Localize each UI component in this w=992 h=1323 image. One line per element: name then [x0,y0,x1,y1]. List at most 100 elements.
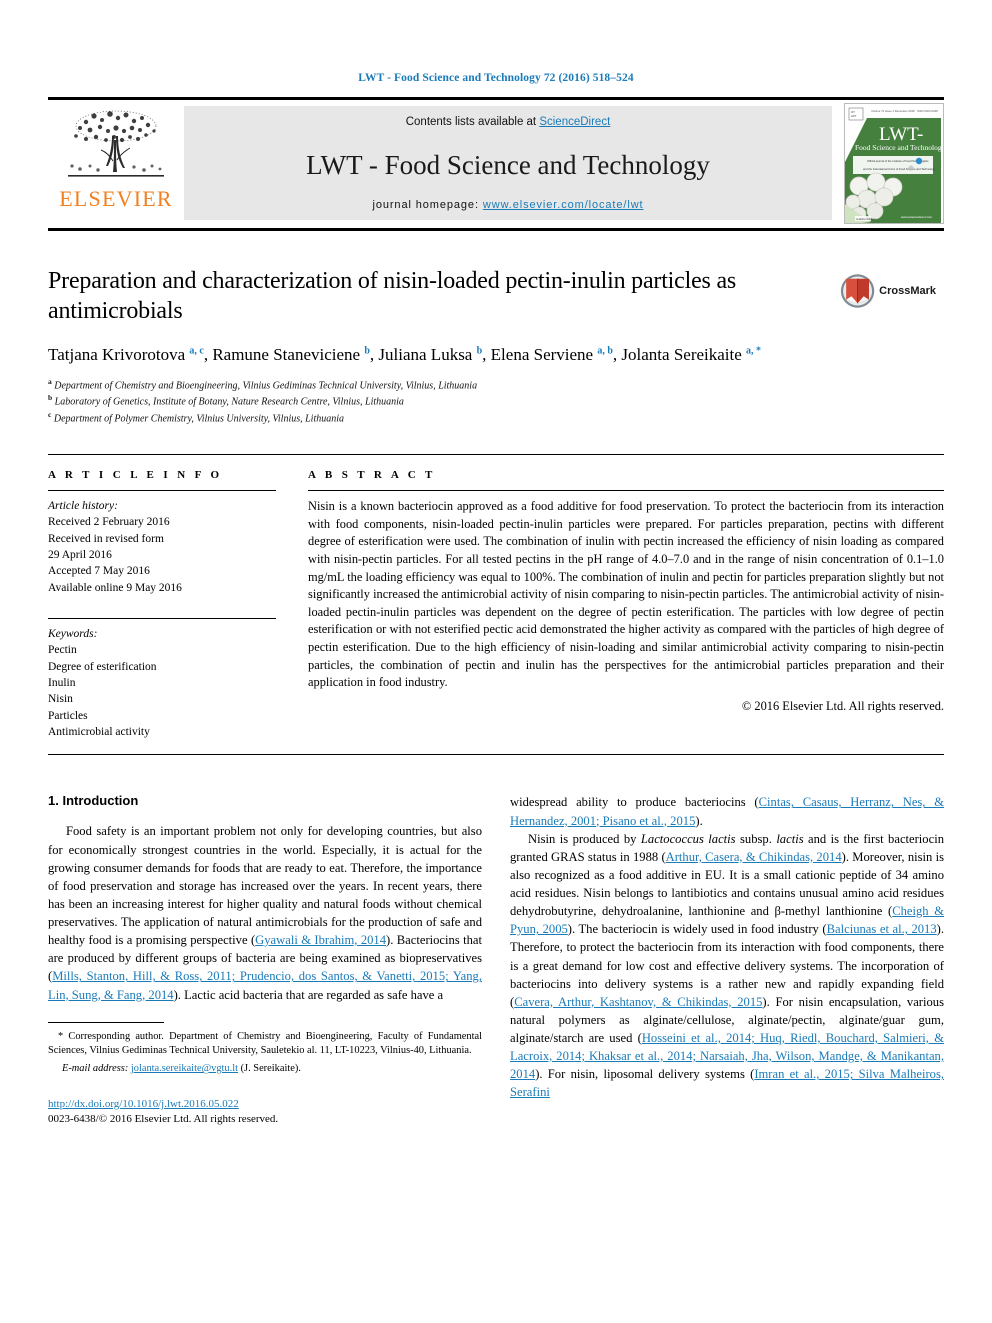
email-line: E-mail address: jolanta.sereikaite@vgtu.… [48,1062,482,1077]
keyword-item: Particles [48,709,88,722]
author-name: Juliana Luksa [378,344,477,364]
article-history-item: Accepted 7 May 2016 [48,565,150,578]
journal-title: LWT - Food Science and Technology [306,150,710,180]
article-history-label: Article history: [48,500,118,513]
sciencedirect-link[interactable]: ScienceDirect [539,116,610,128]
body-text: ). The bacteriocin is widely used in foo… [567,922,827,937]
elsevier-tree-icon [68,110,164,177]
intro-paragraph-left: Food safety is an important problem not … [48,822,482,1003]
article-history-item: Available online 9 May 2016 [48,581,182,594]
affiliation-item: a Department of Chemistry and Bioenginee… [48,376,478,391]
body-text: subsp. [735,831,777,846]
journal-homepage-link[interactable]: www.elsevier.com/locate/lwt [483,199,644,211]
elsevier-wordmark: ELSEVIER [59,186,173,211]
affiliation-item: c Department of Polymer Chemistry, Vilni… [48,409,345,424]
homepage-prefix: journal homepage: [372,199,483,211]
article-info-column: A R T I C L E I N F O Article history: R… [48,469,276,740]
elsevier-logo: ELSEVIER [48,100,184,228]
affiliation-mark: a [48,376,52,386]
affiliation-mark: b [48,393,53,403]
keyword-item: Pectin [48,644,77,657]
article-title: Preparation and characterization of nisi… [48,268,737,325]
author-name: Jolanta Sereikaite [621,344,747,364]
body-text: Food safety is an important problem not … [48,824,482,948]
author-separator: , [482,344,491,364]
article-history-item: 29 April 2016 [48,549,112,562]
author-affiliation-mark: a, * [746,345,762,357]
body-text: Nisin is produced by [528,831,641,846]
article-info-rule [48,490,276,492]
intro-paragraph-right-cont: widespread ability to produce bacterioci… [510,793,944,829]
svg-text:IFT: IFT [851,110,855,114]
paper-page: LWT - Food Science and Technology 72 (20… [0,0,992,1323]
email-label: E-mail address: [62,1063,129,1075]
crossmark-icon [840,274,875,308]
body-text: ). Lactic acid bacteria that are regarde… [173,987,444,1002]
imprint-block: http://dx.doi.org/10.1016/j.lwt.2016.05.… [48,1097,482,1128]
footnote-star: * [58,1030,64,1042]
svg-text:Available online at: Available online at [856,218,876,221]
abstract-text: Nisin is a known bacteriocin approved as… [308,499,944,690]
homepage-line: journal homepage: www.elsevier.com/locat… [184,199,832,211]
intro-paragraph-right: Nisin is produced by Lactococcus lactis … [510,830,944,1102]
citation-link[interactable]: Cavera, Arthur, Kashtanov, & Chikindas, … [514,995,762,1009]
author-name: Ramune Staneviciene [212,344,365,364]
affiliation-list: a Department of Chemistry and Bioenginee… [48,377,944,427]
corresponding-author-footnote: * Corresponding author. Department of Ch… [48,1030,482,1060]
masthead-bottom-rule [48,228,944,231]
journal-masthead: ELSEVIER Contents lists available at Sci… [48,97,944,231]
citation-link[interactable]: Balciunas et al., 2013 [827,922,937,936]
email-suffix: (J. Sereikaite). [240,1063,301,1075]
author-name: Elena Serviene [490,344,598,364]
keyword-item: Nisin [48,693,73,706]
keywords-list: Pectin Degree of esterification Inulin Nisi… [48,642,276,740]
abstract-rule [308,490,944,492]
section-divider [48,754,944,756]
affiliation-item: b Laboratory of Genetics, Institute of B… [48,393,404,408]
email-link[interactable]: jolanta.sereikaite@vgtu.lt [131,1063,238,1074]
article-history-item: Received 2 February 2016 [48,516,170,529]
crossmark-badge[interactable]: CrossMark [840,268,936,314]
body-columns: 1. Introduction Food safety is an import… [48,793,944,1127]
svg-text:Food Science and Technology: Food Science and Technology [855,143,941,152]
author-name: Tatjana Krivorotova [48,344,190,364]
crossmark-label: CrossMark [879,285,936,297]
journal-banner: Contents lists available at ScienceDirec… [184,106,832,220]
running-head: LWT - Food Science and Technology 72 (20… [358,72,634,84]
keywords-label: Keywords: [48,628,98,641]
article-history-item: Received in revised form [48,532,164,545]
body-text: ). For nisin, liposomal delivery systems… [535,1067,755,1082]
article-info-heading: A R T I C L E I N F O [48,469,223,482]
svg-text:www.sciencedirect.com: www.sciencedirect.com [901,215,933,219]
abstract-heading: A B S T R A C T [308,469,436,482]
keyword-item: Degree of esterification [48,660,157,673]
title-block: Preparation and characterization of nisi… [48,266,944,426]
svg-text:Volume 72 Issue 1 December 201: Volume 72 Issue 1 December 2016 [871,109,915,113]
citation-link[interactable]: Gyawali & Ibrahim, 2014 [255,933,386,947]
journal-cover-thumbnail: IFT LWT Volume 72 Issue 1 December 2016 … [844,103,944,224]
abstract-copyright: © 2016 Elsevier Ltd. All rights reserved… [741,698,944,713]
body-column-left: 1. Introduction Food safety is an import… [48,793,482,1127]
author-list: Tatjana Krivorotova a, c, Ramune Stanevi… [48,343,878,368]
abstract-column: A B S T R A C T Nisin is a known bacteri… [308,469,944,740]
italic-term: lactis [776,831,804,846]
author-affiliation-mark: a, b [597,345,613,357]
cover-art: IFT LWT Volume 72 Issue 1 December 2016 … [845,104,943,223]
keyword-item: Antimicrobial activity [48,726,150,739]
affiliation-mark: c [48,409,52,419]
keyword-item: Inulin [48,677,76,690]
svg-text:LWT-: LWT- [879,124,923,145]
body-column-right: widespread ability to produce bacterioci… [510,793,944,1127]
issn-line: 0023-6438/© 2016 Elsevier Ltd. All right… [48,1113,279,1126]
body-text: widespread ability to produce bacterioci… [510,795,759,810]
body-text: ). [695,813,703,828]
svg-text:LWT: LWT [851,114,857,118]
contents-prefix: Contents lists available at [405,116,540,128]
citation-link[interactable]: Arthur, Casera, & Chikindas, 2014 [666,850,842,864]
doi-link[interactable]: http://dx.doi.org/10.1016/j.lwt.2016.05.… [48,1097,482,1112]
footnote-divider [48,1021,164,1023]
keywords-rule [48,618,276,620]
author-affiliation-mark: a, c [189,345,204,357]
contents-line: Contents lists available at ScienceDirec… [184,116,832,128]
info-abstract-section: A R T I C L E I N F O Article history: R… [48,454,944,740]
